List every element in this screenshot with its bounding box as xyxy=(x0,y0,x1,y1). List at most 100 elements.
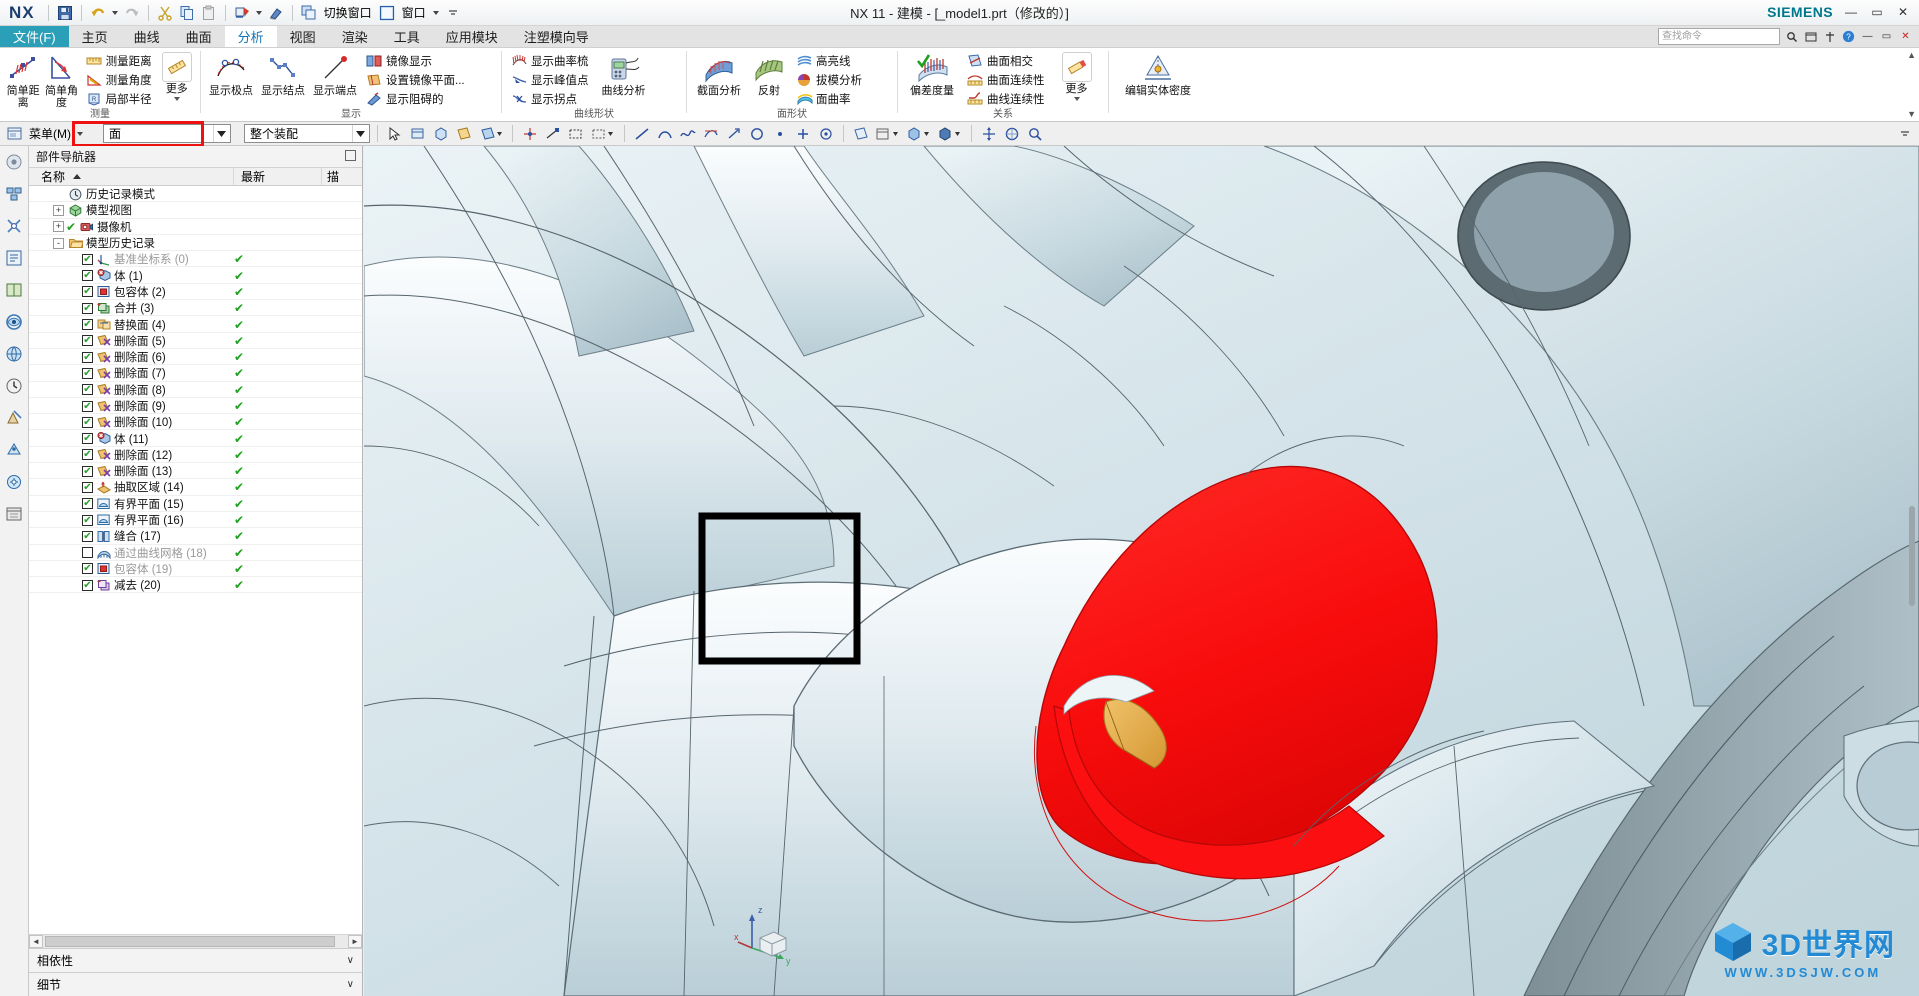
tree-row[interactable]: ✔ 有界平面 (16) ✔ xyxy=(29,512,362,529)
tree-row[interactable]: ✔ 合并 (3) ✔ xyxy=(29,300,362,317)
scroll-right-icon[interactable]: ► xyxy=(348,935,362,948)
tree-row[interactable]: ✔ 删除面 (5) ✔ xyxy=(29,333,362,349)
redisplay-dropdown-icon[interactable] xyxy=(255,10,262,15)
switch-window-label[interactable]: 切换窗口 xyxy=(320,2,376,23)
tab-surface[interactable]: 曲面 xyxy=(173,26,225,47)
feature-suppress-checkbox[interactable]: ✔ xyxy=(82,433,93,445)
minimize-button[interactable]: — xyxy=(1839,3,1863,21)
tree-row[interactable]: ✔ 有界平面 (15) ✔ xyxy=(29,496,362,512)
tab-mold-wizard[interactable]: 注塑模向导 xyxy=(511,26,602,47)
face-curvature-button[interactable]: 面曲率 xyxy=(793,89,866,108)
web-browser-rail-icon[interactable] xyxy=(2,342,26,366)
undo-dropdown-icon[interactable] xyxy=(111,10,118,15)
panel-pin-icon[interactable] xyxy=(345,150,356,161)
redisplay-icon[interactable] xyxy=(231,2,253,23)
viewport-scroll-indicator[interactable] xyxy=(1909,506,1915,606)
dependencies-section[interactable]: 相依性 ∨ xyxy=(29,948,362,972)
tab-view[interactable]: 视图 xyxy=(277,26,329,47)
feature-suppress-checkbox[interactable]: ✔ xyxy=(82,319,93,331)
home-rail-icon[interactable] xyxy=(2,150,26,174)
tree-row[interactable]: ✔ 替换面 (4) ✔ xyxy=(29,316,362,333)
chevron-down-icon[interactable]: ∨ xyxy=(347,955,354,966)
help-icon[interactable]: ? xyxy=(1841,29,1856,44)
draft-analysis-button[interactable]: 拔模分析 xyxy=(793,70,866,89)
show-peak-points-button[interactable]: 显示峰值点 xyxy=(508,70,593,89)
ribbon-minimize-button[interactable]: — xyxy=(1860,29,1875,44)
show-inflection-points-button[interactable]: 显示拐点 xyxy=(508,89,593,108)
constraint-navigator-rail-icon[interactable] xyxy=(2,214,26,238)
feature-suppress-checkbox[interactable]: ✔ xyxy=(82,335,93,347)
select-shape-dropdown-icon[interactable] xyxy=(589,124,617,144)
layers-rail-icon[interactable] xyxy=(2,502,26,526)
show-knots-button[interactable]: 显示结点 xyxy=(257,50,309,97)
measure-angle-button[interactable]: 测量角度 xyxy=(83,70,156,89)
window-dropdown-icon[interactable] xyxy=(432,10,439,15)
tree-row[interactable]: ✔ 体 (1) ✔ xyxy=(29,267,362,284)
feature-suppress-checkbox[interactable]: ✔ xyxy=(82,351,93,363)
tree-row[interactable]: ✔ 删除面 (9) ✔ xyxy=(29,398,362,415)
section-analysis-button[interactable]: 截面分析 xyxy=(691,50,747,97)
feature-suppress-checkbox[interactable]: ✔ xyxy=(82,530,93,542)
spline-icon[interactable] xyxy=(678,124,698,144)
graphics-viewport[interactable]: z y x 3D世界网 WWW.3DSJW.COM xyxy=(364,146,1919,996)
scroll-left-icon[interactable]: ◄ xyxy=(29,935,43,948)
details-section[interactable]: 细节 ∨ xyxy=(29,972,362,996)
feature-suppress-checkbox[interactable]: ✔ xyxy=(82,465,93,477)
tree-row[interactable]: 通过曲线网格 (18) ✔ xyxy=(29,545,362,561)
qat-overflow-icon[interactable] xyxy=(442,2,464,23)
tab-analysis[interactable]: 分析 xyxy=(224,26,277,47)
tree-row[interactable]: ✔ 包容体 (19) ✔ xyxy=(29,561,362,578)
feature-suppress-checkbox[interactable]: ✔ xyxy=(82,579,93,591)
tree-row[interactable]: + ✔ 摄像机 xyxy=(29,219,362,235)
feature-suppress-checkbox[interactable]: ✔ xyxy=(82,416,93,428)
select-face-icon[interactable] xyxy=(454,124,474,144)
hd3d-rail-icon[interactable] xyxy=(2,310,26,334)
tree-row[interactable]: + 模型视图 xyxy=(29,202,362,219)
toolbar-overflow-icon[interactable] xyxy=(1899,124,1919,144)
plus-icon[interactable] xyxy=(793,124,813,144)
feature-tree[interactable]: 历史记录模式 + 模型视图 + ✔ 摄像机 - 模型历史记录 ✔ 基准坐标系 (0) ✔ ✔ 体 (1)… xyxy=(29,186,362,934)
set-mirror-plane-button[interactable]: 设置镜像平面... xyxy=(363,70,469,89)
tree-row[interactable]: ✔ 删除面 (7) ✔ xyxy=(29,365,362,382)
tree-row[interactable]: ✔ 体 (11) ✔ xyxy=(29,430,362,447)
chevron-down-icon[interactable] xyxy=(352,125,367,142)
measure-more-button[interactable]: 更多 xyxy=(158,50,196,101)
tree-row[interactable]: ✔ 删除面 (10) ✔ xyxy=(29,414,362,431)
tree-row[interactable]: 历史记录模式 xyxy=(29,186,362,203)
tab-tools[interactable]: 工具 xyxy=(381,26,433,47)
feature-suppress-checkbox[interactable] xyxy=(82,547,93,559)
mirror-display-button[interactable]: 镜像显示 xyxy=(363,51,469,70)
layer-visibility-dropdown-icon[interactable] xyxy=(874,124,902,144)
tab-applications[interactable]: 应用模块 xyxy=(433,26,511,47)
tree-row[interactable]: ✔ 缝合 (17) ✔ xyxy=(29,528,362,545)
ribbon-scroll-up-icon[interactable]: ▲ xyxy=(1907,50,1916,60)
select-mode-dropdown-icon[interactable] xyxy=(477,124,505,144)
show-poles-button[interactable]: 显示极点 xyxy=(205,50,257,97)
snap-endpoint-icon[interactable] xyxy=(543,124,563,144)
part-navigator-rail-icon[interactable] xyxy=(2,246,26,270)
tree-row[interactable]: ✔ 删除面 (12) ✔ xyxy=(29,447,362,464)
tree-row[interactable]: ✔ 删除面 (6) ✔ xyxy=(29,349,362,366)
scope-filter-combo[interactable]: 整个装配 xyxy=(244,124,370,143)
edit-solid-density-button[interactable]: 编辑实体密度 xyxy=(1113,50,1203,97)
menu-button[interactable]: 菜单(M) xyxy=(27,125,88,142)
tangent-curve-icon[interactable] xyxy=(701,124,721,144)
highlight-lines-button[interactable]: 高亮线 xyxy=(793,51,866,70)
ribbon-restore-button[interactable]: ▭ xyxy=(1879,29,1894,44)
surface-continuity-button[interactable]: 曲面连续性 xyxy=(964,70,1049,89)
tree-row[interactable]: ✔ 减去 (20) ✔ xyxy=(29,577,362,594)
feature-suppress-checkbox[interactable]: ✔ xyxy=(82,481,93,493)
tree-row[interactable]: ✔ 删除面 (8) ✔ xyxy=(29,382,362,398)
column-header-name[interactable]: 名称 xyxy=(29,168,234,185)
select-feature-icon[interactable] xyxy=(408,124,428,144)
reuse-library-rail-icon[interactable] xyxy=(2,278,26,302)
erase-icon[interactable] xyxy=(265,2,287,23)
rectangle-select-icon[interactable] xyxy=(566,124,586,144)
feature-suppress-checkbox[interactable]: ✔ xyxy=(82,498,93,510)
curve-rule-arrow-icon[interactable] xyxy=(724,124,744,144)
simple-distance-button[interactable]: 简单距离 xyxy=(4,50,42,109)
close-button[interactable]: ✕ xyxy=(1891,3,1915,21)
arc-icon[interactable] xyxy=(655,124,675,144)
render-style-dropdown-icon[interactable] xyxy=(936,124,964,144)
ribbon-pin-icon[interactable] xyxy=(1822,29,1837,44)
